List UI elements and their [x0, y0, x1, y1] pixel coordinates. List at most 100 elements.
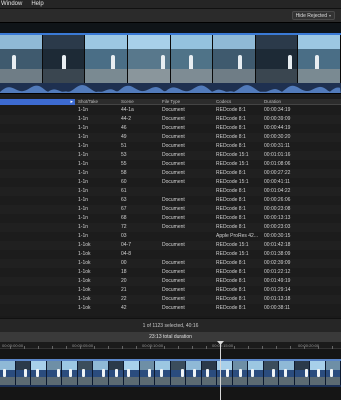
cell-shot: 1-1ok — [78, 287, 91, 293]
column-header-duration[interactable]: Duration — [264, 99, 281, 105]
table-row[interactable]: 1-1n 60 Document REDcode 15:1 00:00:41:11 — [0, 178, 341, 187]
table-row[interactable]: 1-1ok 18 Document REDcode 8:1 00:01:22:12 — [0, 268, 341, 277]
browser-list: ▸ Shot/Take Scene File Type Codecs Durat… — [0, 94, 341, 316]
table-row[interactable]: 1-1ok 04-7 Document REDcode 15:1 00:01:42:18 — [0, 241, 341, 250]
timeline-clip[interactable] — [248, 361, 264, 385]
cell-file-type: Document — [162, 278, 185, 284]
cell-shot: 1-1n — [78, 233, 89, 239]
name-column-header[interactable]: ▸ — [0, 99, 75, 105]
cell-shot: 1-1n — [78, 107, 89, 113]
column-header-shot[interactable]: Shot/Take — [78, 99, 98, 105]
cell-file-type: Document — [162, 179, 185, 185]
filmstrip-frame — [213, 35, 256, 83]
cell-scene: 18 — [121, 269, 127, 275]
cell-scene: 42 — [121, 305, 127, 311]
selected-clip-filmstrip[interactable] — [0, 22, 341, 94]
timeline-clip[interactable] — [0, 361, 16, 385]
table-row[interactable]: 1-1n 51 Document REDcode 8:1 00:00:31:11 — [0, 142, 341, 151]
timeline-clip[interactable] — [279, 361, 295, 385]
table-row[interactable]: 1-1ok 20 Document REDcode 8:1 00:01:49:19 — [0, 277, 341, 286]
cell-file-type: Document — [162, 305, 185, 311]
filmstrip-frame — [255, 35, 299, 83]
cell-codecs: REDcode 8:1 — [216, 224, 246, 230]
timeline-clip[interactable] — [93, 361, 109, 385]
cell-shot: 1-1n — [78, 179, 89, 185]
timeline-clip[interactable] — [46, 361, 62, 385]
timeline-clip[interactable] — [310, 361, 326, 385]
cell-duration: 00:00:26:06 — [264, 197, 291, 203]
cell-codecs: REDcode 15:1 — [216, 251, 249, 257]
cell-duration: 00:01:49:19 — [264, 278, 291, 284]
cell-codecs: REDcode 8:1 — [216, 107, 246, 113]
playhead[interactable] — [220, 342, 221, 400]
table-row[interactable]: 1-1n 72 Document REDcode 8:1 00:00:23:03 — [0, 223, 341, 232]
table-row[interactable]: 1-1n 44-2 Document REDcode 8:1 00:00:39:09 — [0, 115, 341, 124]
timeline-clip[interactable] — [77, 361, 93, 385]
table-row[interactable]: 1-1n 53 Document REDcode 15:1 00:01:01:16 — [0, 151, 341, 160]
table-row[interactable]: 1-1n 67 Document REDcode 8:1 00:00:23:08 — [0, 205, 341, 214]
timeline-clip[interactable] — [201, 361, 217, 385]
table-row[interactable]: 1-1n 55 Document REDcode 15:1 00:01:08:06 — [0, 160, 341, 169]
timeline-clip[interactable] — [155, 361, 171, 385]
table-row[interactable]: 1-1n 61 REDcode 8:1 00:01:04:22 — [0, 187, 341, 196]
cell-duration: 00:00:31:11 — [264, 143, 291, 149]
timeline-clip[interactable] — [186, 361, 202, 385]
cell-shot: 1-1n — [78, 215, 89, 221]
cell-shot: 1-1n — [78, 161, 89, 167]
timeline-clip[interactable] — [15, 361, 31, 385]
cell-shot: 1-1n — [78, 206, 89, 212]
column-header-codecs[interactable]: Codecs — [216, 99, 231, 105]
timeline-clip[interactable] — [124, 361, 140, 385]
table-row[interactable]: 1-1n 58 Document REDcode 8:1 00:00:27:22 — [0, 169, 341, 178]
timeline-clip[interactable] — [294, 361, 310, 385]
table-row[interactable]: 1-1n 03 Apple ProRes 42... 00:00:30:15 — [0, 232, 341, 241]
table-row[interactable]: 1-1n 46 Document REDcode 8:1 00:00:44:19 — [0, 124, 341, 133]
cell-file-type: Document — [162, 287, 185, 293]
cell-codecs: REDcode 15:1 — [216, 242, 249, 248]
cell-duration: 00:00:44:19 — [264, 125, 291, 131]
timeline[interactable] — [0, 349, 341, 400]
cell-codecs: REDcode 8:1 — [216, 206, 246, 212]
cell-codecs: REDcode 15:1 — [216, 179, 249, 185]
timeline-clip[interactable] — [232, 361, 248, 385]
hide-rejected-label: Hide Rejected — [295, 12, 327, 19]
cell-scene: 04-8 — [121, 251, 132, 257]
table-row[interactable]: 1-1n 44-1a Document REDcode 8:1 00:00:34:19 — [0, 106, 341, 115]
cell-file-type: Document — [162, 296, 185, 302]
table-row[interactable]: 1-1n 49 Document REDcode 8:1 00:00:30:20 — [0, 133, 341, 142]
primary-storyline[interactable] — [0, 359, 341, 387]
hide-rejected-dropdown[interactable]: Hide Rejected ▾ — [291, 11, 335, 20]
timeline-clip[interactable] — [325, 361, 341, 385]
table-row[interactable]: 1-1ok 00 Document REDcode 8:1 00:02:39:09 — [0, 259, 341, 268]
timeline-clip[interactable] — [263, 361, 279, 385]
timeline-ruler[interactable]: 00:00:00:00 00:00:05:00 00:00:10:00 00:00:1… — [0, 342, 341, 349]
menu-help[interactable]: Help — [31, 0, 43, 9]
timeline-clip[interactable] — [170, 361, 186, 385]
table-row[interactable]: 1-1ok 21 Document REDcode 8:1 00:01:29:14 — [0, 286, 341, 295]
cell-scene: 60 — [121, 179, 127, 185]
filmstrip-frame — [127, 35, 171, 83]
cell-codecs: REDcode 8:1 — [216, 269, 246, 275]
cell-shot: 1-1n — [78, 170, 89, 176]
timeline-clip[interactable] — [62, 361, 78, 385]
column-header-file-type[interactable]: File Type — [162, 99, 180, 105]
timeline-clip[interactable] — [108, 361, 124, 385]
table-row[interactable]: 1-1n 63 Document REDcode 8:1 00:00:26:06 — [0, 196, 341, 205]
cell-codecs: REDcode 8:1 — [216, 278, 246, 284]
cell-shot: 1-1ok — [78, 305, 91, 311]
table-row[interactable]: 1-1ok 22 Document REDcode 8:1 00:01:13:18 — [0, 295, 341, 304]
timeline-clip[interactable] — [31, 361, 47, 385]
table-row[interactable]: 1-1ok 04-8 REDcode 15:1 00:01:38:09 — [0, 250, 341, 259]
menu-window[interactable]: Window — [1, 0, 22, 9]
table-row[interactable]: 1-1ok 42 Document REDcode 8:1 00:00:38:11 — [0, 304, 341, 313]
cell-shot: 1-1n — [78, 116, 89, 122]
cell-file-type: Document — [162, 143, 185, 149]
cell-file-type: Document — [162, 116, 185, 122]
cell-scene: 55 — [121, 161, 127, 167]
column-header-scene[interactable]: Scene — [121, 99, 134, 105]
cell-file-type: Document — [162, 260, 185, 266]
table-row[interactable]: 1-1n 68 Document REDcode 8:1 00:00:13:13 — [0, 214, 341, 223]
cell-scene: 04-7 — [121, 242, 132, 248]
timeline-clip[interactable] — [139, 361, 155, 385]
cell-duration: 00:00:30:15 — [264, 233, 291, 239]
